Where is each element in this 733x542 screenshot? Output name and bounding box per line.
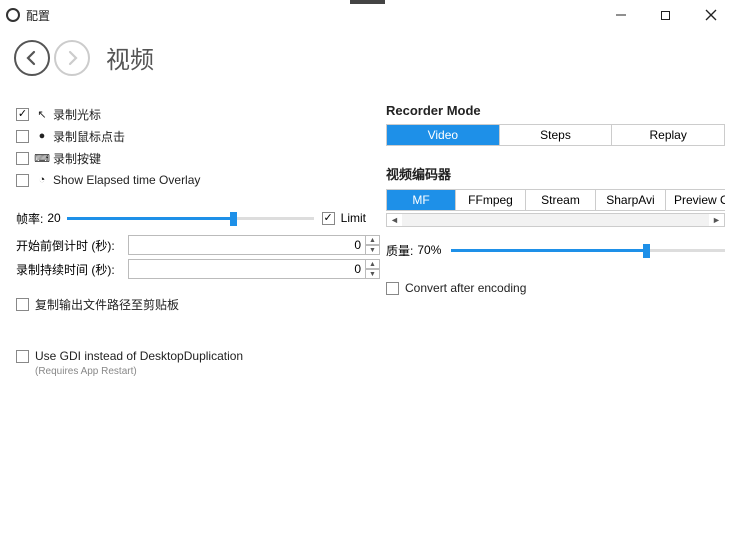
framerate-slider[interactable] xyxy=(67,209,314,227)
encoder-tabs: MF FFmpeg Stream SharpAvi Preview Or xyxy=(386,189,725,211)
click-icon: ● xyxy=(35,130,49,142)
checkbox[interactable] xyxy=(386,282,399,295)
check-copy-output[interactable]: 复制输出文件路径至剪贴板 xyxy=(16,293,366,315)
clock-icon: ◔ xyxy=(35,174,49,186)
framerate-row: 帧率: 20 Limit xyxy=(16,209,366,227)
framerate-label: 帧率: xyxy=(16,210,43,227)
nav-back-button[interactable] xyxy=(14,40,50,76)
check-record-clicks[interactable]: ● 录制鼠标点击 xyxy=(16,125,366,147)
countdown-row: 开始前倒计时 (秒): 0 ▲▼ xyxy=(16,235,366,255)
duration-value: 0 xyxy=(354,262,361,276)
check-record-cursor[interactable]: ↖ 录制光标 xyxy=(16,103,366,125)
check-label: 复制输出文件路径至剪贴板 xyxy=(35,296,179,313)
recorder-mode-tabs: Video Steps Replay xyxy=(386,124,725,146)
scroll-track[interactable] xyxy=(402,214,709,226)
check-label: 录制按键 xyxy=(53,150,101,167)
checkbox[interactable] xyxy=(16,130,29,143)
check-elapsed-overlay[interactable]: ◔ Show Elapsed time Overlay xyxy=(16,169,366,191)
minimize-button[interactable] xyxy=(598,0,643,30)
window-controls xyxy=(598,0,733,30)
check-record-keys[interactable]: ⌨ 录制按键 xyxy=(16,147,366,169)
tab-encoder-mf[interactable]: MF xyxy=(386,189,456,211)
countdown-spinner[interactable]: ▲▼ xyxy=(365,235,380,257)
countdown-input[interactable]: 0 ▲▼ xyxy=(128,235,366,255)
recorder-mode-heading: Recorder Mode xyxy=(386,103,725,118)
check-label: 录制鼠标点击 xyxy=(53,128,125,145)
duration-row: 录制持续时间 (秒): 0 ▲▼ xyxy=(16,259,366,279)
duration-input[interactable]: 0 ▲▼ xyxy=(128,259,366,279)
encoder-scrollbar[interactable]: ◄ ► xyxy=(386,213,725,227)
limit-checkbox[interactable] xyxy=(322,212,335,225)
check-label: Use GDI instead of DesktopDuplication xyxy=(35,349,243,363)
tab-steps[interactable]: Steps xyxy=(500,125,613,145)
checkbox[interactable] xyxy=(16,298,29,311)
close-button[interactable] xyxy=(688,0,733,30)
check-label: Show Elapsed time Overlay xyxy=(53,173,200,187)
quality-slider[interactable] xyxy=(451,241,725,259)
tab-encoder-stream[interactable]: Stream xyxy=(526,189,596,211)
scroll-left-icon[interactable]: ◄ xyxy=(387,214,402,226)
check-label: 录制光标 xyxy=(53,106,101,123)
countdown-value: 0 xyxy=(354,238,361,252)
check-use-gdi[interactable]: Use GDI instead of DesktopDuplication xyxy=(16,345,366,367)
tab-encoder-preview[interactable]: Preview Or xyxy=(666,189,725,211)
duration-spinner[interactable]: ▲▼ xyxy=(365,259,380,281)
framerate-value: 20 xyxy=(47,211,60,225)
tab-encoder-ffmpeg[interactable]: FFmpeg xyxy=(456,189,526,211)
cursor-icon: ↖ xyxy=(35,108,49,121)
maximize-button[interactable] xyxy=(643,0,688,30)
checkbox[interactable] xyxy=(16,152,29,165)
main-content: ↖ 录制光标 ● 录制鼠标点击 ⌨ 录制按键 ◔ Show Elapsed ti… xyxy=(0,85,733,377)
countdown-label: 开始前倒计时 (秒): xyxy=(16,237,128,254)
check-convert-after[interactable]: Convert after encoding xyxy=(386,277,725,299)
left-panel: ↖ 录制光标 ● 录制鼠标点击 ⌨ 录制按键 ◔ Show Elapsed ti… xyxy=(16,103,366,377)
title-bar: 配置 xyxy=(0,0,733,30)
checkbox[interactable] xyxy=(16,174,29,187)
scroll-right-icon[interactable]: ► xyxy=(709,214,724,226)
page-header: 视频 xyxy=(0,30,733,85)
checkbox[interactable] xyxy=(16,108,29,121)
duration-label: 录制持续时间 (秒): xyxy=(16,261,128,278)
right-panel: Recorder Mode Video Steps Replay 视频编码器 M… xyxy=(386,103,725,377)
window-title: 配置 xyxy=(26,7,50,24)
limit-label: Limit xyxy=(341,211,366,225)
keyboard-icon: ⌨ xyxy=(35,152,49,165)
tab-replay[interactable]: Replay xyxy=(612,125,724,145)
page-title: 视频 xyxy=(106,40,154,75)
encoder-heading: 视频编码器 xyxy=(386,164,725,183)
quality-value: 70% xyxy=(417,243,441,257)
quality-row: 质量: 70% xyxy=(386,241,725,259)
gdi-note: (Requires App Restart) xyxy=(35,366,366,377)
tab-video[interactable]: Video xyxy=(387,125,500,145)
checkbox[interactable] xyxy=(16,350,29,363)
title-accent xyxy=(350,0,385,4)
nav-forward-button[interactable] xyxy=(54,40,90,76)
check-label: Convert after encoding xyxy=(405,281,526,295)
tab-encoder-sharpavi[interactable]: SharpAvi xyxy=(596,189,666,211)
app-icon xyxy=(6,8,20,22)
quality-label: 质量: xyxy=(386,242,413,259)
